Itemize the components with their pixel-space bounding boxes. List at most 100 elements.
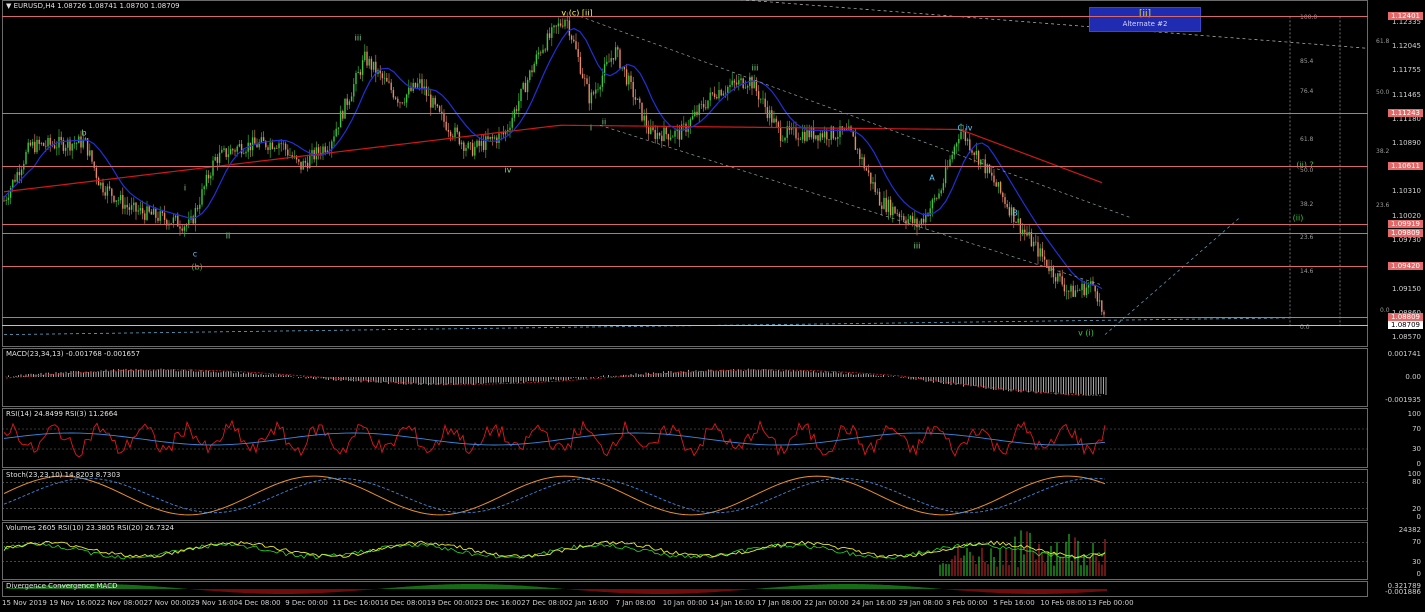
candle-body [271,142,274,149]
candle-body [350,96,353,102]
candle-body [544,49,546,51]
candle-body [645,115,648,128]
rsi-pane[interactable]: RSI(14) 24.8499 RSI(3) 11.2664 100 70 30 0 [0,408,1425,468]
candle-body [643,115,645,121]
candle-body [531,70,533,73]
candle-body [581,73,584,78]
candle-body [324,146,326,153]
candle-body [152,208,155,215]
candle-body [7,197,10,200]
candle-body [60,136,62,141]
price-chart-pane[interactable]: ▼ EURUSD,H4 1.08726 1.08741 1.08700 1.08… [0,0,1425,347]
price-axis[interactable]: 1.12335 1.12045 1.11755 1.11465 1.11180 1.108… [1368,0,1425,347]
candle-body [782,140,784,142]
price-tick-label: 1.10890 [1392,138,1421,147]
price-tick-label: 1.09150 [1392,284,1421,293]
macd-title: MACD(23,34,13) -0.001768 -0.001657 [6,350,140,358]
candle-body [456,127,458,133]
divergence-axis[interactable]: 0.321789 -0.001886 [1368,581,1425,597]
candle-body [95,167,98,178]
price-level-badge: 1.08809 [1388,313,1423,322]
candle-body [383,77,386,79]
candle-body [815,135,817,139]
candle-body [1043,256,1046,260]
candle-body [731,80,733,86]
stochastic-axis[interactable]: 100 80 20 0 [1368,469,1425,521]
elliott-wave-label: iii [751,63,759,73]
candle-body [34,141,36,153]
candle-body [232,149,234,151]
candle-body [777,122,780,128]
candle-body [705,107,707,109]
candle-body [764,98,766,108]
candle-body [958,138,960,144]
candle-body [421,79,423,89]
candle-body [1070,285,1072,292]
candle-body [97,177,100,186]
stochastic-pane[interactable]: Stoch(23,23,10) 14.8203 8.7303 100 80 20 0 [0,469,1425,521]
candle-body [436,104,439,107]
macd-tick-label: 0.001741 [1387,350,1421,358]
candle-body [716,97,718,99]
candle-body [498,133,500,143]
candle-body [82,139,84,148]
candle-body [559,23,562,26]
candle-body [823,131,826,138]
candle-body [872,182,874,184]
candle-body [1076,290,1079,291]
candle-body [183,226,186,231]
candle-body [562,25,564,27]
candle-body [900,216,903,217]
candle-body [381,73,384,79]
candle-body [419,79,421,84]
volumes-axis[interactable]: 24382 70 30 0 [1368,522,1425,580]
horizontal-level-line [2,166,1368,168]
candle-body [1098,300,1101,302]
candle-body [874,182,876,193]
candle-body [122,195,124,209]
candle-body [973,152,975,155]
fibonacci-level-label: 61.8 [1300,136,1314,144]
fibonacci-level-label: 85.4 [1300,58,1314,66]
candle-body [73,143,76,145]
price-level-badge: 1.09420 [1388,261,1423,270]
price-chart-canvas[interactable] [0,0,1368,347]
candle-body [335,128,337,137]
macd-pane[interactable]: MACD(23,34,13) -0.001768 -0.001657 0.001… [0,348,1425,407]
horizontal-level-line [2,325,1368,327]
candle-body [828,139,830,141]
candle-body [234,150,236,152]
candle-body [801,131,804,140]
candle-body [262,137,265,141]
candle-body [922,218,925,223]
time-axis-label: 15 Nov 2019 [2,599,47,607]
elliott-wave-label: v (i) [1078,328,1094,338]
candle-body [485,136,487,150]
rsi-axis[interactable]: 100 70 30 0 [1368,408,1425,468]
macd-axis[interactable]: 0.001741 0.00 -0.001935 [1368,348,1425,407]
candle-body [709,92,711,101]
elliott-wave-label: iii [913,241,921,251]
candle-body [174,215,177,218]
candle-body [452,136,454,137]
candle-body [128,207,131,210]
candle-body [584,77,586,79]
candle-body [601,75,604,87]
candle-body [372,61,375,70]
divergence-pane[interactable]: Divergence Convergence MACD 0.321789 -0.0… [0,581,1425,597]
candle-body [674,130,676,137]
candle-body [89,150,91,156]
dropdown-triangle-icon[interactable]: ▼ [6,2,14,10]
candle-body [870,172,872,184]
elliott-wave-label: (ii) ? [1296,160,1314,170]
candle-body [388,81,390,83]
candle-body [707,100,709,109]
candle-body [667,134,670,140]
candle-body [38,139,40,144]
candle-body [179,226,181,229]
time-axis[interactable]: 15 Nov 2019 19 Nov 16:00 22 Nov 08:00 27 No… [0,597,1425,612]
volumes-pane[interactable]: Volumes 2605 RSI(10) 23.3805 RSI(20) 26.… [0,522,1425,580]
candle-body [702,104,705,108]
candle-body [887,199,890,212]
candle-body [157,217,159,221]
